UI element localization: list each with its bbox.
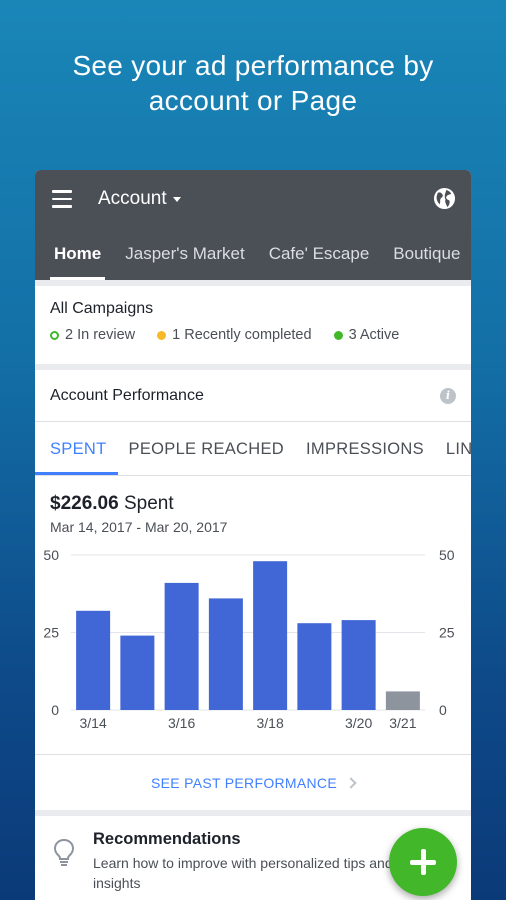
account-performance-card: Account Performance i SPENT PEOPLE REACH… bbox=[35, 370, 471, 810]
caret-down-icon bbox=[172, 196, 181, 202]
account-label: Account bbox=[98, 188, 167, 209]
in-review-dot-icon bbox=[50, 330, 59, 340]
campaign-status-row: 2 In review 1 Recently completed 3 Activ… bbox=[50, 327, 456, 343]
tab-impressions[interactable]: IMPRESSIONS bbox=[295, 440, 435, 475]
y-tick-label-left: 0 bbox=[51, 702, 59, 718]
globe-icon[interactable] bbox=[433, 187, 456, 210]
y-tick-label-left: 25 bbox=[43, 625, 59, 641]
y-tick-label-right: 0 bbox=[439, 702, 447, 718]
chart-bar bbox=[76, 610, 111, 710]
status-in-review-label: 2 In review bbox=[65, 327, 136, 343]
tab-home[interactable]: Home bbox=[49, 228, 106, 280]
chart-bar bbox=[253, 561, 288, 710]
chart-bar bbox=[297, 623, 332, 710]
performance-header: Account Performance i bbox=[35, 370, 471, 422]
status-recently-completed: 1 Recently completed bbox=[157, 327, 312, 343]
spent-suffix: Spent bbox=[123, 493, 174, 514]
app-screen: Account Home Jasper's Market Cafe' Escap… bbox=[35, 170, 471, 900]
chart-bar bbox=[164, 582, 199, 710]
y-tick-label-left: 50 bbox=[43, 547, 59, 563]
date-range: Mar 14, 2017 - Mar 20, 2017 bbox=[50, 519, 228, 535]
menu-icon[interactable] bbox=[52, 190, 72, 208]
spent-bar-chart: 0 0 25 25 50 50 3/14 3/16 3/18 3/20 3/21 bbox=[43, 547, 455, 731]
x-tick-label: 3/16 bbox=[168, 715, 195, 731]
page-tabs: Home Jasper's Market Cafe' Escape Boutiq… bbox=[35, 228, 471, 280]
spent-amount: $226.06 bbox=[50, 493, 119, 514]
create-ad-fab[interactable] bbox=[389, 828, 457, 896]
spent-summary: $226.06 Spent bbox=[35, 476, 471, 515]
chart-bar bbox=[341, 620, 376, 710]
see-past-performance-link[interactable]: SEE PAST PERFORMANCE bbox=[35, 754, 471, 810]
tab-boutique[interactable]: Boutique bbox=[393, 228, 460, 280]
chart-bar bbox=[120, 635, 155, 710]
account-selector[interactable]: Account bbox=[98, 188, 181, 210]
x-tick-label: 3/20 bbox=[345, 715, 372, 731]
app-bar: Account bbox=[35, 170, 471, 228]
chart-bar bbox=[385, 691, 420, 710]
headline-line-1: See your ad performance by bbox=[72, 50, 434, 81]
chevron-right-icon bbox=[345, 776, 357, 789]
headline: See your ad performance by account or Pa… bbox=[0, 48, 506, 118]
active-dot-icon bbox=[333, 330, 343, 340]
all-campaigns-card[interactable]: All Campaigns 2 In review 1 Recently com… bbox=[35, 286, 471, 364]
tab-spent[interactable]: SPENT bbox=[35, 440, 118, 475]
lightbulb-icon bbox=[53, 838, 75, 866]
chart-bar bbox=[208, 598, 243, 710]
x-tick-label: 3/18 bbox=[257, 715, 284, 731]
tab-jaspers-market[interactable]: Jasper's Market bbox=[125, 228, 244, 280]
tab-people-reached[interactable]: PEOPLE REACHED bbox=[118, 440, 296, 475]
y-tick-label-right: 25 bbox=[439, 625, 455, 641]
headline-line-2: account or Page bbox=[148, 85, 358, 116]
recommendations-text: Learn how to improve with personalized t… bbox=[93, 855, 393, 891]
performance-title: Account Performance bbox=[50, 386, 204, 404]
campaigns-title: All Campaigns bbox=[50, 300, 154, 317]
x-tick-label: 3/21 bbox=[389, 715, 416, 731]
status-active: 3 Active bbox=[333, 327, 400, 343]
status-in-review: 2 In review bbox=[50, 327, 135, 343]
status-active-label: 3 Active bbox=[348, 327, 400, 343]
tab-link[interactable]: LINK bbox=[435, 440, 471, 475]
tab-cafe-escape[interactable]: Cafe' Escape bbox=[269, 228, 370, 280]
x-tick-label: 3/14 bbox=[80, 715, 107, 731]
y-tick-label-right: 50 bbox=[439, 547, 455, 563]
status-completed-label: 1 Recently completed bbox=[172, 327, 312, 343]
info-icon[interactable]: i bbox=[440, 387, 456, 404]
metric-tabs: SPENT PEOPLE REACHED IMPRESSIONS LINK bbox=[35, 422, 471, 476]
completed-dot-icon bbox=[157, 330, 167, 340]
past-performance-label: SEE PAST PERFORMANCE bbox=[151, 774, 337, 791]
